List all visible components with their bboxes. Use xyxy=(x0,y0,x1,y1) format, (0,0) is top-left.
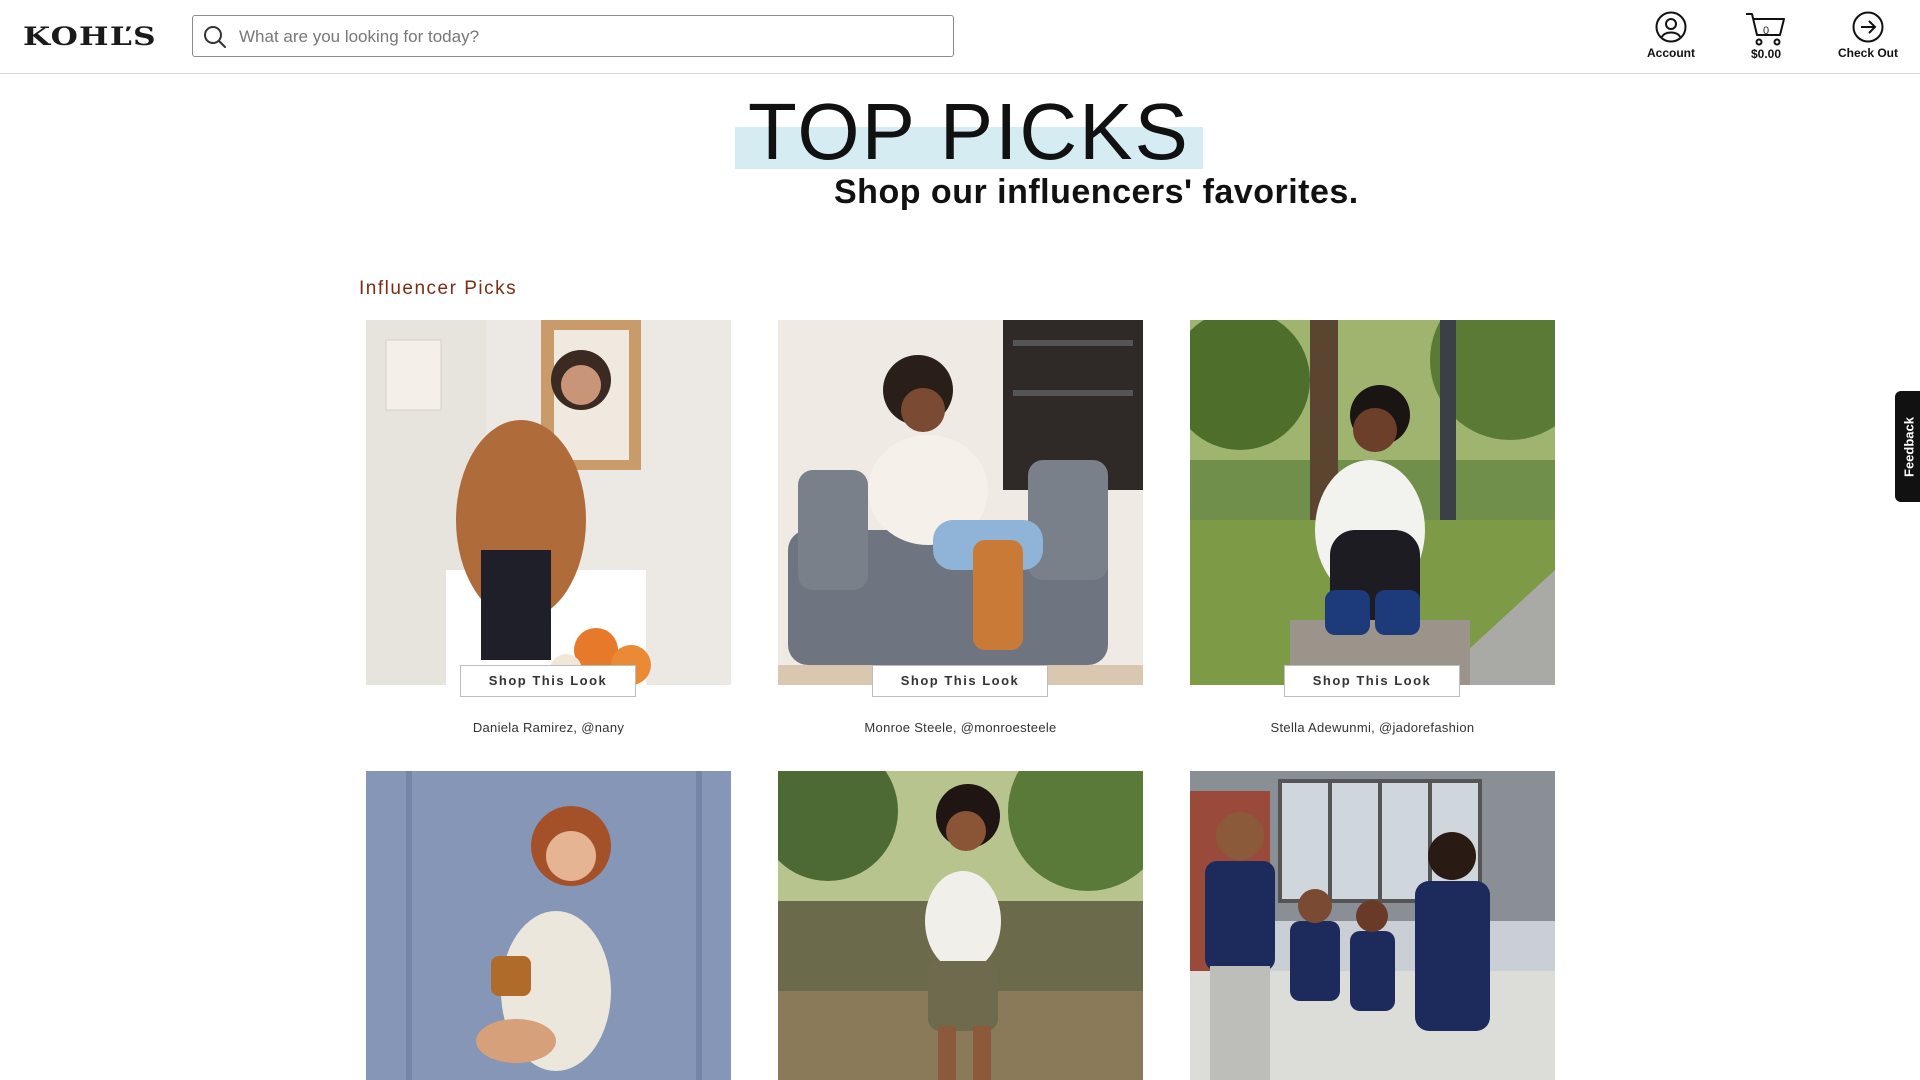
account-icon xyxy=(1655,11,1687,43)
influencer-photo-1[interactable] xyxy=(366,320,731,685)
page-title: TOP PICKS xyxy=(748,87,1190,176)
section-title: Influencer Picks xyxy=(359,278,518,299)
feedback-label: Feedback xyxy=(1901,416,1917,477)
search-icon[interactable] xyxy=(203,25,227,49)
account-label: Account xyxy=(1647,46,1695,60)
shop-this-look-button[interactable]: Shop This Look xyxy=(460,665,636,697)
shop-this-look-button[interactable]: Shop This Look xyxy=(1284,665,1460,697)
search-input[interactable] xyxy=(237,16,941,58)
account-button[interactable]: Account xyxy=(1640,11,1702,60)
influencer-caption: Daniela Ramirez, @nany xyxy=(472,720,625,735)
site-header: KOHĽS Account 0 $0.00 xyxy=(0,0,1920,74)
influencer-caption: Stella Adewunmi, @jadorefashion xyxy=(1270,720,1475,735)
feedback-tab[interactable]: Feedback xyxy=(1895,391,1920,502)
influencer-photo-3[interactable] xyxy=(1190,320,1555,685)
checkout-label: Check Out xyxy=(1837,46,1898,60)
cart-button[interactable]: 0 $0.00 xyxy=(1740,11,1792,61)
influencer-photo-4[interactable] xyxy=(366,771,731,1080)
arrow-right-circle-icon xyxy=(1852,11,1884,43)
page-subtitle: Shop our influencers' favorites. xyxy=(834,173,1359,211)
influencer-photo-6[interactable] xyxy=(1190,771,1555,1080)
influencer-photo-2[interactable] xyxy=(778,320,1143,685)
influencer-photo-5[interactable] xyxy=(778,771,1143,1080)
shop-this-look-button[interactable]: Shop This Look xyxy=(872,665,1048,697)
cart-total: $0.00 xyxy=(1750,47,1782,61)
search-bar[interactable] xyxy=(192,15,954,58)
cart-count: 0 xyxy=(1762,25,1770,37)
influencer-caption: Monroe Steele, @monroesteele xyxy=(864,720,1057,735)
checkout-button[interactable]: Check Out xyxy=(1833,11,1903,60)
kohls-logo[interactable]: KOHĽS xyxy=(23,22,157,51)
